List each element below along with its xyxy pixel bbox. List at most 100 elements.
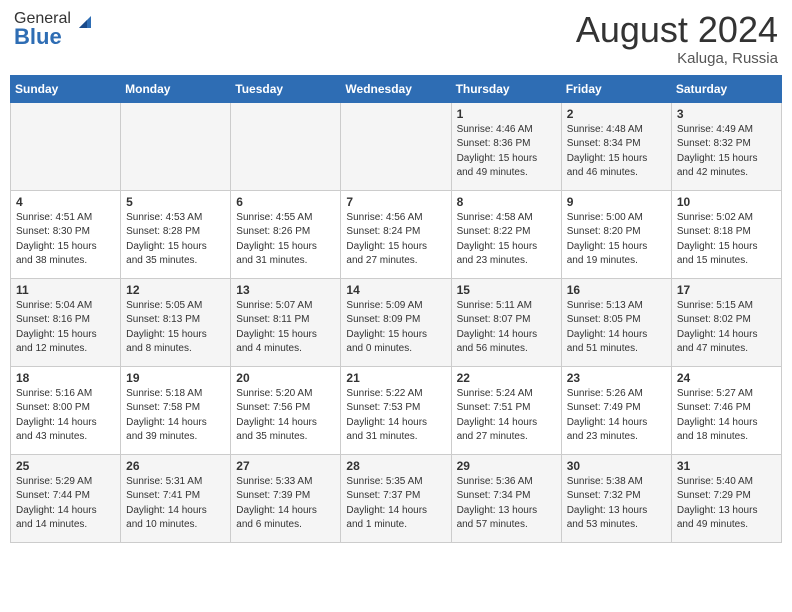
month-title: August 2024 [576, 10, 778, 50]
day-info: Sunrise: 5:04 AM Sunset: 8:16 PM Dayligh… [16, 299, 115, 357]
calendar-cell [11, 102, 121, 190]
logo-blue: Blue [14, 24, 62, 50]
weekday-header: Sunday [11, 75, 121, 102]
calendar-week-row: 25Sunrise: 5:29 AM Sunset: 7:44 PM Dayli… [11, 454, 782, 542]
calendar-cell [341, 102, 451, 190]
day-info: Sunrise: 5:38 AM Sunset: 7:32 PM Dayligh… [567, 475, 666, 533]
calendar-week-row: 11 Sunrise: 5:04 AM Sunset: 8:16 PM Dayli… [11, 278, 782, 366]
day-number: 18 [16, 371, 115, 385]
calendar-cell: 17 Sunrise: 5:15 AM Sunset: 8:02 PM Dayli… [671, 278, 781, 366]
calendar-cell: 12 Sunrise: 5:05 AM Sunset: 8:13 PM Dayli… [121, 278, 231, 366]
day-number: 21 [346, 371, 445, 385]
calendar-cell: 2 Sunrise: 4:48 AM Sunset: 8:34 PM Daylig… [561, 102, 671, 190]
day-number: 8 [457, 195, 556, 209]
calendar-cell: 4Sunrise: 4:51 AM Sunset: 8:30 PM Daylig… [11, 190, 121, 278]
day-number: 15 [457, 283, 556, 297]
calendar-cell: 1Sunrise: 4:46 AM Sunset: 8:36 PM Daylig… [451, 102, 561, 190]
weekday-header: Thursday [451, 75, 561, 102]
day-info: Sunrise: 5:02 AM Sunset: 8:18 PM Dayligh… [677, 211, 776, 269]
day-number: 19 [126, 371, 225, 385]
calendar-week-row: 1Sunrise: 4:46 AM Sunset: 8:36 PM Daylig… [11, 102, 782, 190]
day-info: Sunrise: 4:53 AM Sunset: 8:28 PM Dayligh… [126, 211, 225, 269]
day-info: Sunrise: 5:20 AM Sunset: 7:56 PM Dayligh… [236, 387, 335, 445]
calendar-cell: 9 Sunrise: 5:00 AM Sunset: 8:20 PM Daylig… [561, 190, 671, 278]
calendar-week-row: 18 Sunrise: 5:16 AM Sunset: 8:00 PM Dayli… [11, 366, 782, 454]
calendar-cell: 20Sunrise: 5:20 AM Sunset: 7:56 PM Dayli… [231, 366, 341, 454]
day-number: 7 [346, 195, 445, 209]
calendar-cell: 3 Sunrise: 4:49 AM Sunset: 8:32 PM Daylig… [671, 102, 781, 190]
day-number: 5 [126, 195, 225, 209]
day-info: Sunrise: 4:55 AM Sunset: 8:26 PM Dayligh… [236, 211, 335, 269]
day-number: 11 [16, 283, 115, 297]
calendar-cell: 15 Sunrise: 5:11 AM Sunset: 8:07 PM Dayli… [451, 278, 561, 366]
day-number: 17 [677, 283, 776, 297]
day-info: Sunrise: 5:29 AM Sunset: 7:44 PM Dayligh… [16, 475, 115, 533]
calendar-cell: 11 Sunrise: 5:04 AM Sunset: 8:16 PM Dayli… [11, 278, 121, 366]
day-info: Sunrise: 5:00 AM Sunset: 8:20 PM Dayligh… [567, 211, 666, 269]
day-number: 16 [567, 283, 666, 297]
location: Kaluga, Russia [576, 50, 778, 67]
day-info: Sunrise: 5:13 AM Sunset: 8:05 PM Dayligh… [567, 299, 666, 357]
calendar-cell: 26 Sunrise: 5:31 AM Sunset: 7:41 PM Dayli… [121, 454, 231, 542]
calendar-cell: 7 Sunrise: 4:56 AM Sunset: 8:24 PM Daylig… [341, 190, 451, 278]
day-info: Sunrise: 4:56 AM Sunset: 8:24 PM Dayligh… [346, 211, 445, 269]
calendar-cell: 10Sunrise: 5:02 AM Sunset: 8:18 PM Dayli… [671, 190, 781, 278]
day-info: Sunrise: 5:09 AM Sunset: 8:09 PM Dayligh… [346, 299, 445, 357]
calendar-cell: 14 Sunrise: 5:09 AM Sunset: 8:09 PM Dayli… [341, 278, 451, 366]
day-info: Sunrise: 5:15 AM Sunset: 8:02 PM Dayligh… [677, 299, 776, 357]
weekday-header: Saturday [671, 75, 781, 102]
day-number: 22 [457, 371, 556, 385]
day-info: Sunrise: 4:49 AM Sunset: 8:32 PM Dayligh… [677, 123, 776, 181]
calendar-cell: 30 Sunrise: 5:38 AM Sunset: 7:32 PM Dayli… [561, 454, 671, 542]
day-number: 29 [457, 459, 556, 473]
day-number: 23 [567, 371, 666, 385]
calendar-cell: 8 Sunrise: 4:58 AM Sunset: 8:22 PM Daylig… [451, 190, 561, 278]
day-number: 28 [346, 459, 445, 473]
calendar-cell: 13 Sunrise: 5:07 AM Sunset: 8:11 PM Dayli… [231, 278, 341, 366]
day-number: 26 [126, 459, 225, 473]
logo: General Blue [14, 10, 91, 50]
day-info: Sunrise: 5:22 AM Sunset: 7:53 PM Dayligh… [346, 387, 445, 445]
day-number: 3 [677, 107, 776, 121]
day-info: Sunrise: 5:05 AM Sunset: 8:13 PM Dayligh… [126, 299, 225, 357]
day-number: 12 [126, 283, 225, 297]
calendar-cell: 16 Sunrise: 5:13 AM Sunset: 8:05 PM Dayli… [561, 278, 671, 366]
calendar-cell: 27 Sunrise: 5:33 AM Sunset: 7:39 PM Dayli… [231, 454, 341, 542]
day-number: 27 [236, 459, 335, 473]
day-number: 14 [346, 283, 445, 297]
day-info: Sunrise: 5:35 AM Sunset: 7:37 PM Dayligh… [346, 475, 445, 533]
day-info: Sunrise: 5:33 AM Sunset: 7:39 PM Dayligh… [236, 475, 335, 533]
calendar-cell: 18 Sunrise: 5:16 AM Sunset: 8:00 PM Dayli… [11, 366, 121, 454]
day-info: Sunrise: 5:16 AM Sunset: 8:00 PM Dayligh… [16, 387, 115, 445]
calendar-cell: 25Sunrise: 5:29 AM Sunset: 7:44 PM Dayli… [11, 454, 121, 542]
day-info: Sunrise: 5:18 AM Sunset: 7:58 PM Dayligh… [126, 387, 225, 445]
calendar-cell: 6 Sunrise: 4:55 AM Sunset: 8:26 PM Daylig… [231, 190, 341, 278]
page-header: General Blue August 2024 Kaluga, Russia [10, 10, 782, 67]
day-info: Sunrise: 5:27 AM Sunset: 7:46 PM Dayligh… [677, 387, 776, 445]
day-info: Sunrise: 4:58 AM Sunset: 8:22 PM Dayligh… [457, 211, 556, 269]
calendar-week-row: 4Sunrise: 4:51 AM Sunset: 8:30 PM Daylig… [11, 190, 782, 278]
weekday-header: Friday [561, 75, 671, 102]
day-number: 24 [677, 371, 776, 385]
day-number: 1 [457, 107, 556, 121]
day-number: 2 [567, 107, 666, 121]
day-number: 30 [567, 459, 666, 473]
day-info: Sunrise: 4:48 AM Sunset: 8:34 PM Dayligh… [567, 123, 666, 181]
calendar-cell: 5 Sunrise: 4:53 AM Sunset: 8:28 PM Daylig… [121, 190, 231, 278]
day-info: Sunrise: 5:31 AM Sunset: 7:41 PM Dayligh… [126, 475, 225, 533]
day-info: Sunrise: 5:40 AM Sunset: 7:29 PM Dayligh… [677, 475, 776, 533]
calendar-cell: 23 Sunrise: 5:26 AM Sunset: 7:49 PM Dayli… [561, 366, 671, 454]
calendar-cell [231, 102, 341, 190]
day-info: Sunrise: 4:51 AM Sunset: 8:30 PM Dayligh… [16, 211, 115, 269]
day-number: 9 [567, 195, 666, 209]
day-info: Sunrise: 5:07 AM Sunset: 8:11 PM Dayligh… [236, 299, 335, 357]
calendar-cell: 24 Sunrise: 5:27 AM Sunset: 7:46 PM Dayli… [671, 366, 781, 454]
calendar-table: SundayMondayTuesdayWednesdayThursdayFrid… [10, 75, 782, 543]
day-info: Sunrise: 5:36 AM Sunset: 7:34 PM Dayligh… [457, 475, 556, 533]
day-info: Sunrise: 5:26 AM Sunset: 7:49 PM Dayligh… [567, 387, 666, 445]
day-number: 13 [236, 283, 335, 297]
day-number: 6 [236, 195, 335, 209]
calendar-cell: 31Sunrise: 5:40 AM Sunset: 7:29 PM Dayli… [671, 454, 781, 542]
calendar-cell: 21 Sunrise: 5:22 AM Sunset: 7:53 PM Dayli… [341, 366, 451, 454]
day-info: Sunrise: 5:11 AM Sunset: 8:07 PM Dayligh… [457, 299, 556, 357]
